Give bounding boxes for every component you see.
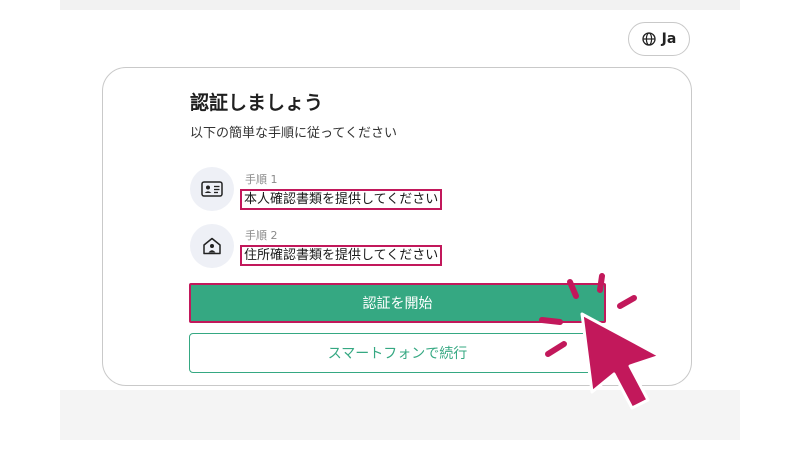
card-title: 認証しましょう xyxy=(190,92,324,114)
bottom-band xyxy=(60,390,740,440)
language-label: Ja xyxy=(661,31,677,47)
step-2-label: 手順 2 xyxy=(245,229,278,242)
top-strip xyxy=(60,0,740,10)
step-1-text: 本人確認書類を提供してください xyxy=(240,189,443,210)
globe-icon xyxy=(642,32,656,46)
step-2-text: 住所確認書類を提供してください xyxy=(240,245,443,266)
id-card-icon xyxy=(190,167,234,211)
step-1-label: 手順 1 xyxy=(245,173,278,186)
start-verification-button[interactable]: 認証を開始 xyxy=(189,283,606,323)
card-subtitle: 以下の簡単な手順に従ってください xyxy=(190,126,397,141)
house-person-icon xyxy=(190,224,234,268)
language-button[interactable]: Ja xyxy=(628,22,690,56)
continue-on-smartphone-button[interactable]: スマートフォンで続行 xyxy=(189,333,606,373)
